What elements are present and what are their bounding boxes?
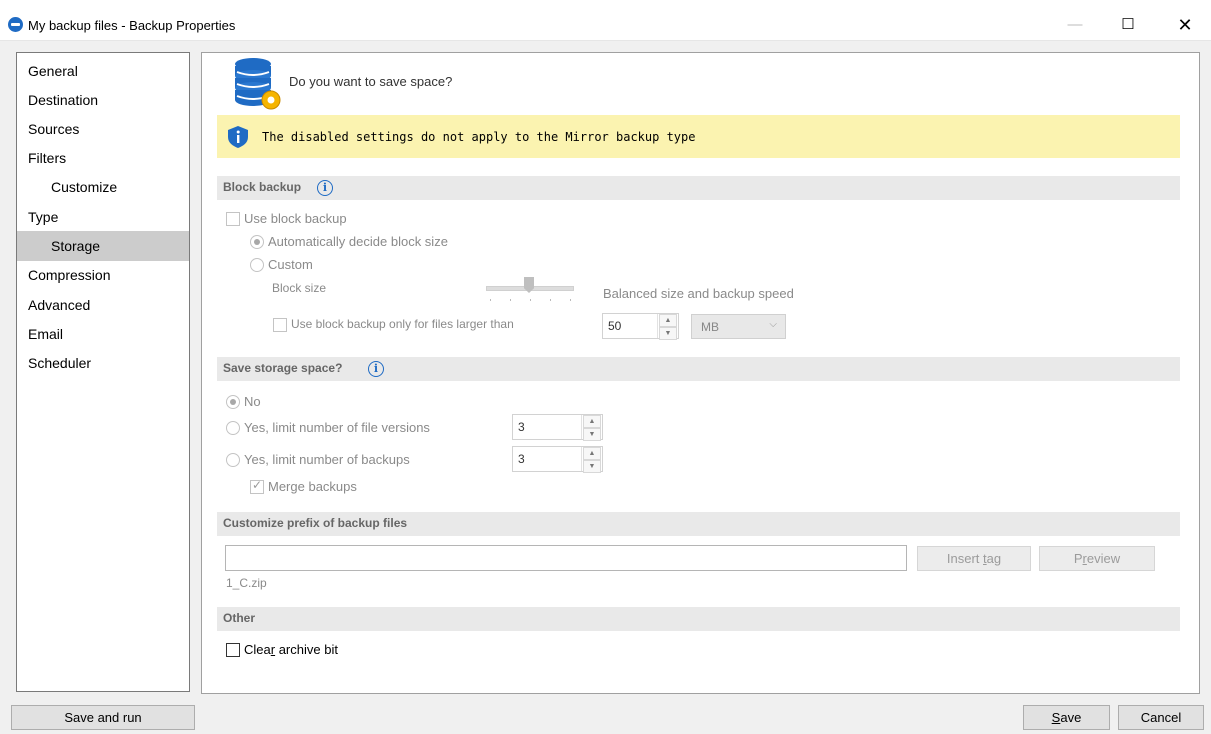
sidebar-item-email[interactable]: Email xyxy=(17,319,189,349)
sidebar-item-compression[interactable]: Compression xyxy=(17,260,189,290)
label-text: Clea xyxy=(244,642,271,657)
sidebar-item-general[interactable]: General xyxy=(17,56,189,86)
banner-text: The disabled settings do not apply to th… xyxy=(262,130,696,144)
no-radio[interactable] xyxy=(226,395,240,409)
close-button[interactable]: ✕ xyxy=(1165,12,1205,38)
larger-than-checkbox[interactable] xyxy=(273,318,287,332)
stepper-value: 50 xyxy=(608,319,622,333)
sidebar-item-label: Compression xyxy=(28,267,111,283)
save-and-run-button[interactable]: Save and run xyxy=(11,705,195,730)
sidebar-item-label: Storage xyxy=(51,238,101,254)
button-label: eview xyxy=(1086,551,1121,566)
sidebar: General Destination Sources Filters Cust… xyxy=(16,52,190,692)
label-text: archive bit xyxy=(275,642,338,657)
sidebar-item-label: Sources xyxy=(28,121,80,137)
chevron-down-icon: ⌵ xyxy=(769,319,777,330)
down-arrow-icon[interactable]: ▼ xyxy=(583,460,601,473)
auto-block-size-radio[interactable] xyxy=(250,235,264,249)
section-block-backup: Block backup i xyxy=(217,176,1180,200)
sidebar-item-label: Scheduler xyxy=(28,355,92,371)
checkmark-icon: ✓ xyxy=(252,478,263,492)
limit-backups-stepper[interactable]: 3 ▲ ▼ xyxy=(512,446,603,473)
section-title: Block backup xyxy=(223,180,302,194)
unit-value: MB xyxy=(701,320,719,334)
database-settings-icon xyxy=(235,58,281,110)
save-button[interactable]: Save xyxy=(1023,705,1110,730)
use-block-backup-label: Use block backup xyxy=(244,211,347,226)
sidebar-item-customize[interactable]: Customize xyxy=(17,172,189,202)
sidebar-item-label: Filters xyxy=(28,150,67,166)
stepper-arrows[interactable]: ▲ ▼ xyxy=(581,447,602,473)
button-label: P xyxy=(1073,551,1083,566)
prefix-input[interactable] xyxy=(225,545,907,571)
limit-versions-stepper[interactable]: 3 ▲ ▼ xyxy=(512,414,603,441)
button-label: ave xyxy=(1060,710,1082,725)
no-label: No xyxy=(244,394,261,409)
page-heading: Do you want to save space? xyxy=(289,74,453,89)
title-bar: My backup files - Backup Properties — ☐ … xyxy=(0,0,1211,41)
sidebar-item-sources[interactable]: Sources xyxy=(17,114,189,144)
sidebar-item-scheduler[interactable]: Scheduler xyxy=(17,348,189,378)
insert-tag-button[interactable]: Insert tag xyxy=(917,546,1031,571)
stepper-arrows[interactable]: ▲ ▼ xyxy=(657,314,678,340)
maximize-button[interactable]: ☐ xyxy=(1108,12,1148,38)
down-arrow-icon[interactable]: ▼ xyxy=(659,327,677,340)
stepper-arrows[interactable]: ▲ ▼ xyxy=(581,415,602,441)
up-arrow-icon[interactable]: ▲ xyxy=(583,447,601,460)
section-save-storage: Save storage space? i xyxy=(217,357,1180,381)
limit-backups-radio[interactable] xyxy=(226,453,240,467)
minimize-button[interactable]: — xyxy=(1055,12,1095,38)
stepper-value: 3 xyxy=(518,420,525,434)
cancel-button[interactable]: Cancel xyxy=(1118,705,1204,730)
window-title: My backup files - Backup Properties xyxy=(28,18,236,33)
down-arrow-icon[interactable]: ▼ xyxy=(583,428,601,441)
sidebar-item-label: Advanced xyxy=(28,297,91,313)
use-block-backup-checkbox[interactable] xyxy=(226,212,240,226)
clear-archive-bit-label: Clear archive bit xyxy=(244,642,338,657)
limit-versions-label: Yes, limit number of file versions xyxy=(244,420,430,435)
auto-block-size-label: Automatically decide block size xyxy=(268,234,448,249)
custom-radio[interactable] xyxy=(250,258,264,272)
larger-than-stepper[interactable]: 50 ▲ ▼ xyxy=(602,313,679,340)
sidebar-item-destination[interactable]: Destination xyxy=(17,85,189,115)
limit-backups-label: Yes, limit number of backups xyxy=(244,452,410,467)
section-title: Customize prefix of backup files xyxy=(223,516,408,530)
limit-versions-radio[interactable] xyxy=(226,421,240,435)
prefix-example: 1_C.zip xyxy=(226,576,267,590)
sidebar-item-label: Customize xyxy=(51,179,118,195)
merge-backups-label: Merge backups xyxy=(268,479,357,494)
sidebar-item-type[interactable]: Type xyxy=(17,202,189,232)
clear-archive-bit-checkbox[interactable] xyxy=(226,643,240,657)
slider-ticks xyxy=(490,299,571,301)
info-icon[interactable]: i xyxy=(368,361,384,377)
sidebar-item-label: Type xyxy=(28,209,59,225)
up-arrow-icon[interactable]: ▲ xyxy=(583,415,601,428)
merge-backups-checkbox[interactable]: ✓ xyxy=(250,478,264,494)
sidebar-item-storage[interactable]: Storage xyxy=(17,231,189,261)
sidebar-item-label: Email xyxy=(28,326,64,342)
sidebar-item-label: General xyxy=(28,63,78,79)
custom-label: Custom xyxy=(268,257,313,272)
unit-select[interactable]: MB ⌵ xyxy=(691,314,786,339)
shield-info-icon xyxy=(228,126,248,148)
section-prefix: Customize prefix of backup files xyxy=(217,512,1180,536)
info-icon[interactable]: i xyxy=(317,180,333,196)
section-other: Other xyxy=(217,607,1180,631)
block-size-label: Block size xyxy=(272,281,327,295)
sidebar-item-filters[interactable]: Filters xyxy=(17,143,189,173)
sidebar-item-advanced[interactable]: Advanced xyxy=(17,290,189,320)
button-label: ag xyxy=(986,551,1002,566)
stepper-value: 3 xyxy=(518,452,525,466)
preview-button[interactable]: Preview xyxy=(1039,546,1155,571)
block-size-value: Balanced size and backup speed xyxy=(603,286,794,301)
app-icon xyxy=(8,17,23,32)
button-label: Insert xyxy=(946,551,984,566)
section-title: Other xyxy=(223,611,256,625)
larger-than-label: Use block backup only for files larger t… xyxy=(291,317,514,331)
sidebar-item-label: Destination xyxy=(28,92,99,108)
section-title: Save storage space? xyxy=(223,361,343,375)
up-arrow-icon[interactable]: ▲ xyxy=(659,314,677,327)
